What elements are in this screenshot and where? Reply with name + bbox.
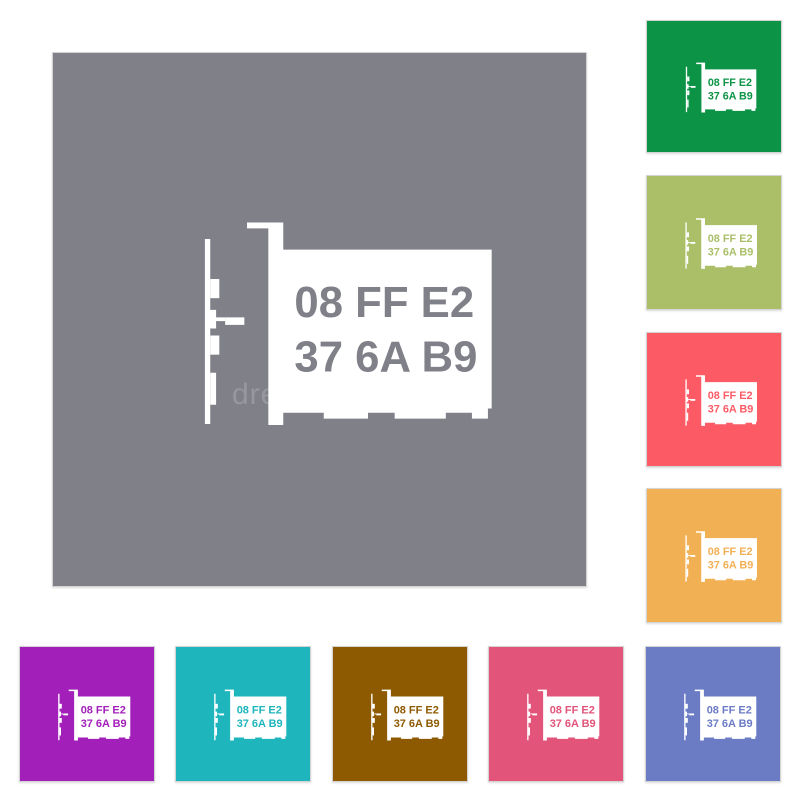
- card-bracket: [532, 713, 538, 716]
- mac-line-2: 37 6A B9: [394, 718, 440, 730]
- mac-line-1: 08 FF E2: [707, 704, 752, 716]
- watermark: dreamstime: [232, 378, 399, 411]
- card-bracket: [219, 713, 225, 716]
- mac-line-1: 08 FF E2: [708, 77, 752, 89]
- pink-icon-tile: 08 FF E2 37 6A B9: [488, 646, 624, 782]
- card-bracket: [686, 545, 689, 551]
- mac-line-2: 37 6A B9: [708, 247, 754, 259]
- card-bracket: [59, 718, 62, 723]
- network-card-icon: 08 FF E2 37 6A B9: [527, 689, 600, 741]
- card-bracket: [690, 398, 696, 401]
- mac-line-1: 08 FF E2: [237, 704, 282, 716]
- teal-icon-tile: 08 FF E2 37 6A B9: [175, 646, 311, 782]
- main-icon-tile: 08 FF E2 37 6A B9: [52, 52, 587, 587]
- mac-line-1: 08 FF E2: [294, 278, 474, 327]
- card-bracket: [690, 241, 696, 244]
- mac-line-1: 08 FF E2: [394, 704, 439, 716]
- card-bracket: [376, 713, 382, 716]
- card-bracket: [686, 559, 689, 565]
- card-bracket: [687, 99, 689, 108]
- mac-line-2: 37 6A B9: [707, 718, 753, 730]
- card-bracket: [528, 718, 531, 723]
- card-bracket: [686, 568, 689, 577]
- card-bracket: [686, 255, 689, 264]
- mac-line-2: 37 6A B9: [550, 718, 596, 730]
- network-card-icon: 08 FF E2 37 6A B9: [371, 689, 444, 741]
- mac-line-2: 37 6A B9: [81, 718, 127, 730]
- card-bracket: [528, 727, 531, 736]
- card-bracket: [686, 403, 689, 409]
- card-bracket: [215, 703, 218, 709]
- network-card-icon: 08 FF E2 37 6A B9: [685, 218, 757, 269]
- card-bracket: [689, 713, 695, 716]
- mac-line-1: 08 FF E2: [81, 704, 126, 716]
- card-bracket: [685, 718, 688, 723]
- card-bracket: [215, 718, 218, 723]
- card-bracket: [686, 389, 689, 395]
- mac-line-2: 37 6A B9: [708, 90, 753, 102]
- card-bracket: [685, 727, 688, 736]
- purple-icon-tile: 08 FF E2 37 6A B9: [19, 646, 155, 782]
- network-card-icon: 08 FF E2 37 6A B9: [685, 375, 757, 426]
- card-bracket: [690, 85, 696, 88]
- blue-icon-tile: 08 FF E2 37 6A B9: [645, 646, 781, 782]
- olive-icon-tile: 08 FF E2 37 6A B9: [646, 175, 782, 310]
- mac-line-1: 08 FF E2: [708, 233, 753, 245]
- network-card-icon: 08 FF E2 37 6A B9: [685, 531, 757, 582]
- card-bracket: [686, 246, 689, 252]
- card-bracket: [210, 335, 220, 355]
- network-card-icon: 08 FF E2 37 6A B9: [204, 222, 492, 426]
- mac-line-1: 08 FF E2: [708, 390, 753, 402]
- card-bracket: [372, 727, 375, 736]
- mac-line-2: 37 6A B9: [294, 333, 477, 382]
- brown-icon-tile: 08 FF E2 37 6A B9: [332, 646, 468, 782]
- mac-line-1: 08 FF E2: [708, 546, 753, 558]
- network-card-icon: 08 FF E237 6A B9: [685, 62, 757, 113]
- card-bracket: [210, 278, 220, 299]
- network-card-icon: 08 FF E2 37 6A B9: [214, 689, 287, 741]
- red-icon-tile: 08 FF E2 37 6A B9: [646, 332, 782, 467]
- green-icon-tile: 08 FF E2 37 6A B9: [646, 20, 782, 153]
- card-bracket: [63, 713, 69, 716]
- card-bracket: [59, 727, 62, 736]
- mac-line-2: 37 6A B9: [708, 404, 754, 416]
- mac-line-2: 37 6A B9: [708, 560, 754, 572]
- card-bracket: [686, 412, 689, 421]
- card-bracket: [372, 718, 375, 723]
- network-card-icon: 08 FF E2 37 6A B9: [58, 689, 131, 741]
- mac-line-2: 37 6A B9: [237, 718, 283, 730]
- card-bracket: [528, 703, 531, 709]
- network-card-icon: 08 FF E2 37 6A B9: [684, 689, 757, 741]
- card-bracket: [59, 703, 62, 709]
- card-bracket: [685, 703, 688, 709]
- card-bracket: [690, 554, 696, 557]
- card-bracket: [210, 372, 217, 405]
- card-bracket: [687, 76, 690, 82]
- orange-icon-tile: 08 FF E2 37 6A B9: [646, 488, 782, 623]
- card-bracket: [225, 317, 245, 325]
- mac-line-1: 08 FF E2: [550, 704, 595, 716]
- card-bracket: [215, 727, 218, 736]
- card-bracket: [686, 232, 689, 238]
- card-bracket: [372, 703, 375, 709]
- card-bracket: [687, 90, 690, 96]
